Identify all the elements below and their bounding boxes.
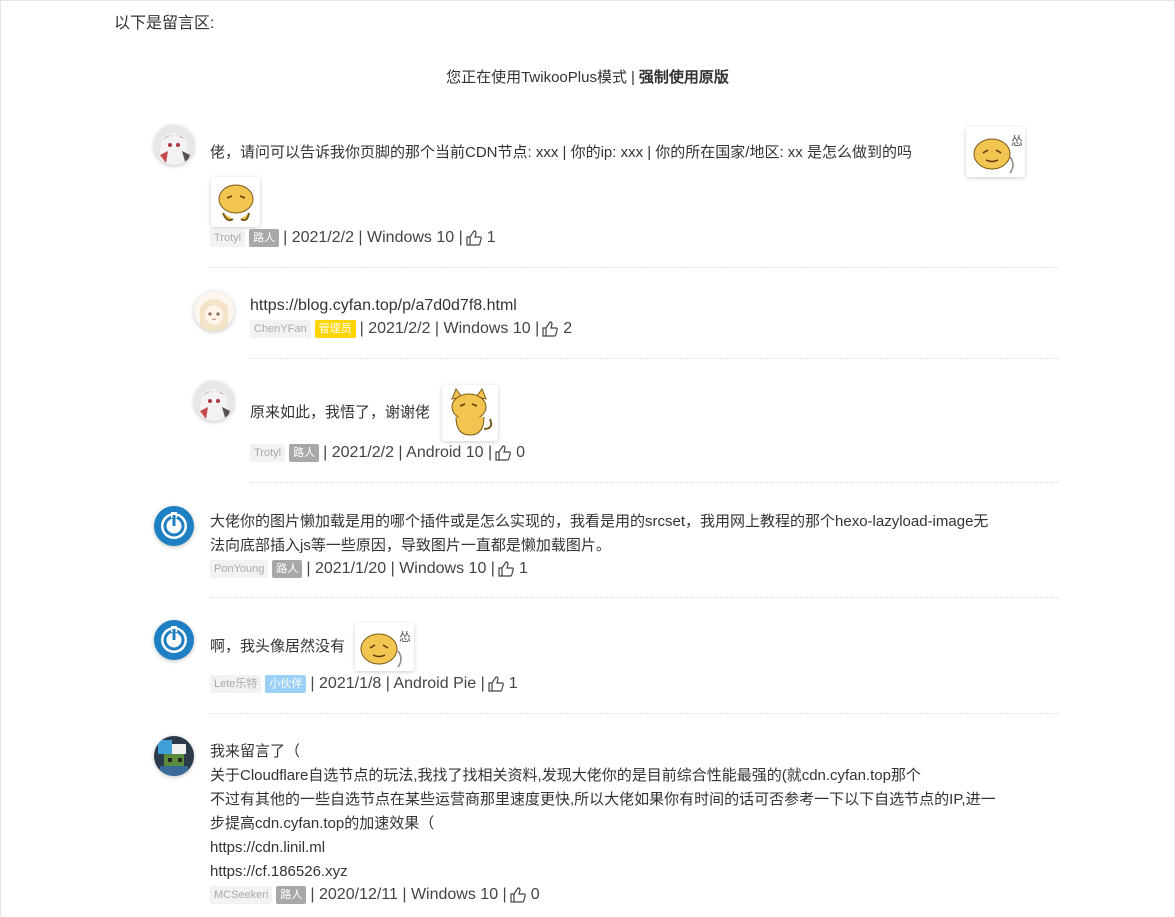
thumbs-up-icon [466, 230, 482, 246]
comment-nick[interactable]: Trotyl [250, 444, 286, 462]
avatar[interactable] [194, 381, 234, 421]
sticker-image: 怂 [966, 127, 1025, 177]
comment-divider [210, 267, 1058, 268]
section-label: 以下是留言区: [114, 15, 215, 32]
avatar[interactable] [194, 291, 234, 331]
comment-info: | 2020/12/11 | Windows 10 | [310, 886, 507, 903]
like-button[interactable]: 0 [509, 886, 540, 904]
like-button[interactable]: 2 [541, 320, 572, 338]
mode-separator: | [630, 69, 635, 86]
svg-text:怂: 怂 [1011, 134, 1023, 148]
comment-link[interactable]: https://blog.cyfan.top/p/a7d0d7f8.html [250, 297, 517, 314]
comment-meta: Trotyl 路人 | 2021/2/2 | Android 10 | 0 [250, 444, 525, 462]
thumbs-up-icon [498, 561, 514, 577]
comment-link[interactable]: https://cdn.linil.ml [210, 836, 1070, 860]
comment-text-line: 法向底部插入js等一些原因，导致图片一直都是懒加载图片。 [210, 537, 611, 554]
comment-text: 大佬你的图片懒加载是用的哪个插件或是怎么实现的，我看是用的srcset，我用网上… [210, 510, 1070, 558]
mode-line: 您正在使用TwikooPlus模式 | 强制使用原版 [0, 66, 1175, 87]
comment-nick[interactable]: PonYoung [210, 560, 269, 578]
anime-girl-avatar-icon [194, 291, 234, 331]
blob-emoji-icon: 怂 [360, 630, 411, 668]
role-badge: 路人 [289, 444, 320, 462]
mode-text: 您正在使用TwikooPlus模式 [446, 69, 627, 86]
comment-text-content: 原来如此，我悟了，谢谢佬 [250, 404, 431, 421]
comment-nick[interactable]: Lete乐特 [210, 675, 262, 693]
like-button[interactable]: 1 [465, 229, 496, 247]
pixel-avatar-icon [154, 736, 194, 776]
comment-text: 啊，我头像居然没有 [210, 635, 345, 659]
comment-info: | 2021/1/20 | Windows 10 | [306, 560, 495, 577]
thumbs-up-icon [542, 321, 559, 337]
sticker-image: 怂 [355, 623, 414, 671]
anime-avatar-icon [194, 381, 234, 421]
svg-text:怂: 怂 [399, 630, 411, 644]
comment-link[interactable]: https://cf.186526.xyz [210, 860, 1070, 884]
thumbs-up-icon [495, 445, 511, 461]
force-original-link[interactable]: 强制使用原版 [639, 69, 729, 86]
thumbs-up-icon [488, 676, 504, 692]
role-badge: 路人 [272, 560, 303, 578]
comment-text-line: 大佬你的图片懒加载是用的哪个插件或是怎么实现的，我看是用的srcset，我用网上… [210, 513, 989, 530]
comment-meta: Trotyl 路人 | 2021/2/2 | Windows 10 | 1 [210, 229, 496, 247]
comment-text-line: 不过有其他的一些自选节点在某些运营商那里速度更快,所以大佬如果你有时间的话可否参… [210, 791, 996, 808]
power-avatar-icon [154, 620, 194, 660]
role-badge: 小伙伴 [265, 675, 307, 693]
like-button[interactable]: 1 [487, 675, 518, 693]
power-avatar-icon [154, 506, 194, 546]
comment-text: 佬，请问可以告诉我你页脚的那个当前CDN节点: xxx | 你的ip: xxx … [210, 141, 1030, 165]
comment-nick[interactable]: Trotyl [210, 229, 246, 247]
comment-divider [250, 482, 1058, 483]
comment-info: | 2021/2/2 | Windows 10 | [283, 229, 463, 246]
avatar[interactable] [154, 620, 194, 660]
comment-text: 我来留言了（ 关于Cloudflare自选节点的玩法,我找了找相关资料,发现大佬… [210, 740, 1070, 884]
comment-text-line: 我来留言了（ [210, 743, 301, 760]
comment-nick[interactable]: ChenYFan [250, 320, 311, 338]
comment-text: https://blog.cyfan.top/p/a7d0d7f8.html [250, 294, 517, 318]
sticker-image [211, 177, 260, 227]
like-count: 2 [563, 320, 573, 337]
like-button[interactable]: 1 [497, 560, 528, 578]
comment-meta: PonYoung 路人 | 2021/1/20 | Windows 10 | 1 [210, 560, 528, 578]
like-count: 1 [518, 560, 528, 577]
thumbs-up-icon [510, 887, 526, 903]
comment-divider [210, 597, 1058, 598]
like-count: 0 [516, 444, 526, 461]
comment-text-content: 佬，请问可以告诉我你页脚的那个当前CDN节点: xxx | 你的ip: xxx … [210, 144, 912, 161]
comment-text-line: 步提高cdn.cyfan.top的加速效果（ [210, 815, 435, 832]
sticker-image [442, 385, 498, 441]
role-badge: 路人 [249, 229, 280, 247]
comment-text: 原来如此，我悟了，谢谢佬 [250, 401, 430, 425]
comment-info: | 2021/2/2 | Windows 10 | [359, 320, 540, 337]
comment-divider [210, 713, 1058, 714]
like-count: 1 [486, 229, 496, 246]
comment-divider [250, 358, 1058, 359]
avatar[interactable] [154, 506, 194, 546]
like-button[interactable]: 0 [494, 444, 525, 462]
comment-meta: ChenYFan 管理员 | 2021/2/2 | Windows 10 | 2 [250, 320, 572, 338]
like-count: 1 [508, 675, 518, 692]
anime-avatar-icon [154, 125, 194, 165]
comment-nick[interactable]: MCSeekeri [210, 886, 273, 904]
comment-meta: Lete乐特 小伙伴 | 2021/1/8 | Android Pie | 1 [210, 675, 518, 693]
role-badge: 路人 [276, 886, 307, 904]
blob-emoji-icon [218, 184, 254, 222]
comment-info: | 2021/2/2 | Android 10 | [323, 444, 493, 461]
avatar[interactable] [154, 736, 194, 776]
blob-emoji-icon: 怂 [973, 134, 1023, 174]
blob-cat-emoji-icon [451, 387, 493, 436]
like-count: 0 [530, 886, 540, 903]
comment-meta: MCSeekeri 路人 | 2020/12/11 | Windows 10 |… [210, 886, 540, 904]
role-badge: 管理员 [314, 320, 356, 338]
comment-text-content: 啊，我头像居然没有 [210, 638, 346, 655]
comment-info: | 2021/1/8 | Android Pie | [310, 675, 485, 692]
comment-text-line: 关于Cloudflare自选节点的玩法,我找了找相关资料,发现大佬你的是目前综合… [210, 767, 921, 784]
avatar[interactable] [154, 125, 194, 165]
